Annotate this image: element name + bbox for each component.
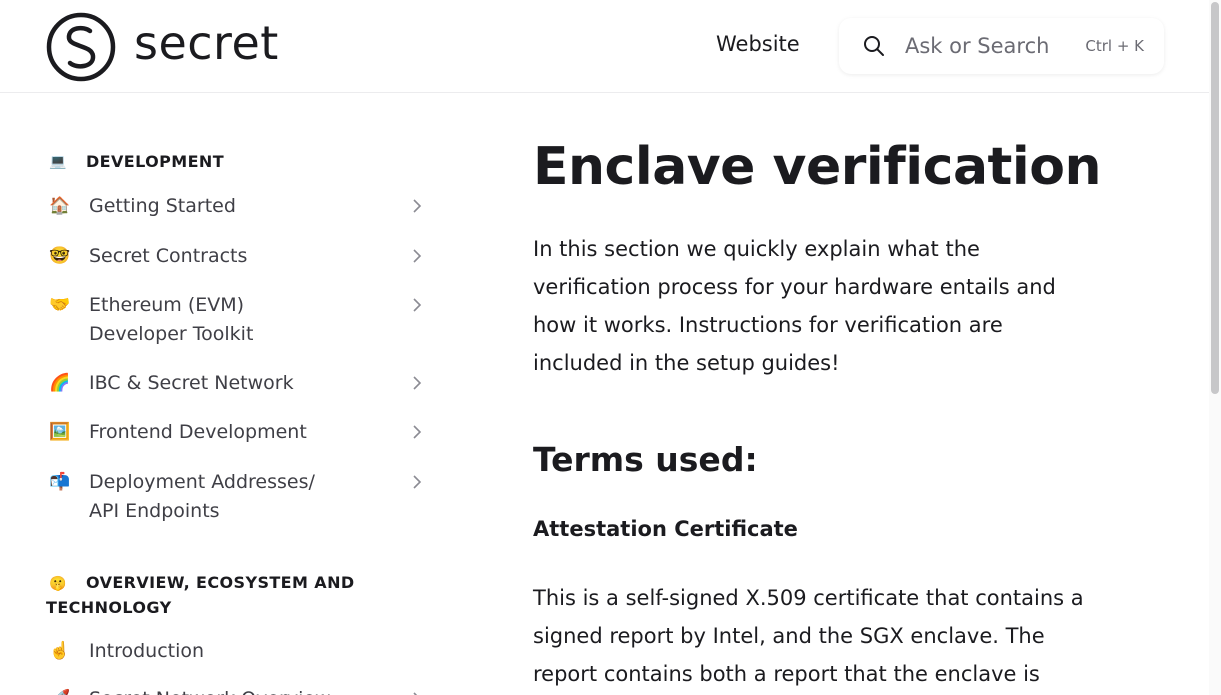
sidebar-item-label: Getting Started — [89, 195, 236, 217]
search-box[interactable]: Ask or Search Ctrl + K — [839, 18, 1164, 74]
section-title-text: 🤫 OVERVIEW, ECOSYSTEM AND TECHNOLOGY — [46, 573, 355, 617]
page-title: Enclave verification — [533, 137, 1101, 197]
sidebar-item-secret-contracts[interactable]: 🤓 Secret Contracts — [46, 242, 431, 271]
sidebar-item-label: IBC & Secret Network — [89, 372, 294, 394]
sidebar-item-frontend[interactable]: 🖼️ Frontend Development — [46, 418, 431, 447]
heading-terms-used: Terms used: — [533, 440, 758, 479]
sidebar-item-label: Secret Network Overview — [89, 685, 349, 695]
chevron-right-icon[interactable] — [411, 424, 423, 440]
logo[interactable]: secret — [46, 12, 279, 82]
rainbow-icon: 🌈 — [49, 373, 71, 393]
shushing-face-icon: 🤫 — [49, 576, 67, 592]
sidebar-item-label: Secret Contracts — [89, 245, 248, 267]
section-title-overview: 🤫 OVERVIEW, ECOSYSTEM AND TECHNOLOGY — [46, 571, 366, 620]
mailbox-icon: 📬 — [49, 472, 71, 492]
house-icon: 🏠 — [49, 196, 71, 216]
laptop-icon: 💻 — [49, 154, 67, 170]
sidebar: 💻 DEVELOPMENT 🏠 Getting Started 🤓 Secret… — [46, 93, 436, 695]
handshake-icon: 🤝 — [49, 295, 71, 315]
sidebar-item-getting-started[interactable]: 🏠 Getting Started — [46, 192, 431, 221]
chevron-right-icon[interactable] — [411, 691, 423, 695]
sidebar-item-deployment[interactable]: 📬 Deployment Addresses/ API Endpoints — [46, 468, 431, 526]
sidebar-item-label: Ethereum (EVM) Developer Toolkit — [89, 294, 254, 345]
top-header: secret Website Ask or Search Ctrl + K — [0, 0, 1210, 93]
chevron-right-icon[interactable] — [411, 297, 423, 313]
heading-attestation-certificate: Attestation Certificate — [533, 517, 798, 541]
chevron-right-icon[interactable] — [411, 198, 423, 214]
scrollbar-thumb[interactable] — [1211, 2, 1219, 394]
paragraph-attestation: This is a self-signed X.509 certificate … — [533, 586, 1084, 686]
search-shortcut: Ctrl + K — [1085, 37, 1144, 55]
section-title-development: 💻 DEVELOPMENT — [46, 150, 224, 174]
nerd-face-icon: 🤓 — [49, 246, 71, 266]
chevron-right-icon[interactable] — [411, 474, 423, 490]
chevron-right-icon[interactable] — [411, 375, 423, 391]
sidebar-item-overview[interactable]: 🚀 Secret Network Overview — [46, 685, 431, 695]
rocket-icon: 🚀 — [46, 685, 89, 695]
sidebar-item-ibc[interactable]: 🌈 IBC & Secret Network — [46, 369, 431, 398]
website-link[interactable]: Website — [716, 32, 800, 56]
search-icon — [864, 36, 884, 56]
pointing-up-icon: ☝️ — [49, 641, 71, 661]
section-title-text: DEVELOPMENT — [86, 152, 225, 171]
logo-text: secret — [134, 16, 279, 70]
sidebar-item-label: Deployment Addresses/ API Endpoints — [89, 471, 315, 522]
search-placeholder: Ask or Search — [905, 34, 1050, 58]
sidebar-item-label: Frontend Development — [89, 421, 307, 443]
sidebar-item-introduction[interactable]: ☝️ Introduction — [46, 637, 431, 666]
picture-icon: 🖼️ — [49, 422, 71, 442]
chevron-right-icon[interactable] — [411, 248, 423, 264]
sidebar-item-ethereum-evm[interactable]: 🤝 Ethereum (EVM) Developer Toolkit — [46, 291, 431, 349]
page-lead: In this section we quickly explain what … — [533, 237, 1056, 375]
sidebar-item-label: Introduction — [89, 640, 205, 662]
secret-logo-icon — [46, 12, 116, 82]
